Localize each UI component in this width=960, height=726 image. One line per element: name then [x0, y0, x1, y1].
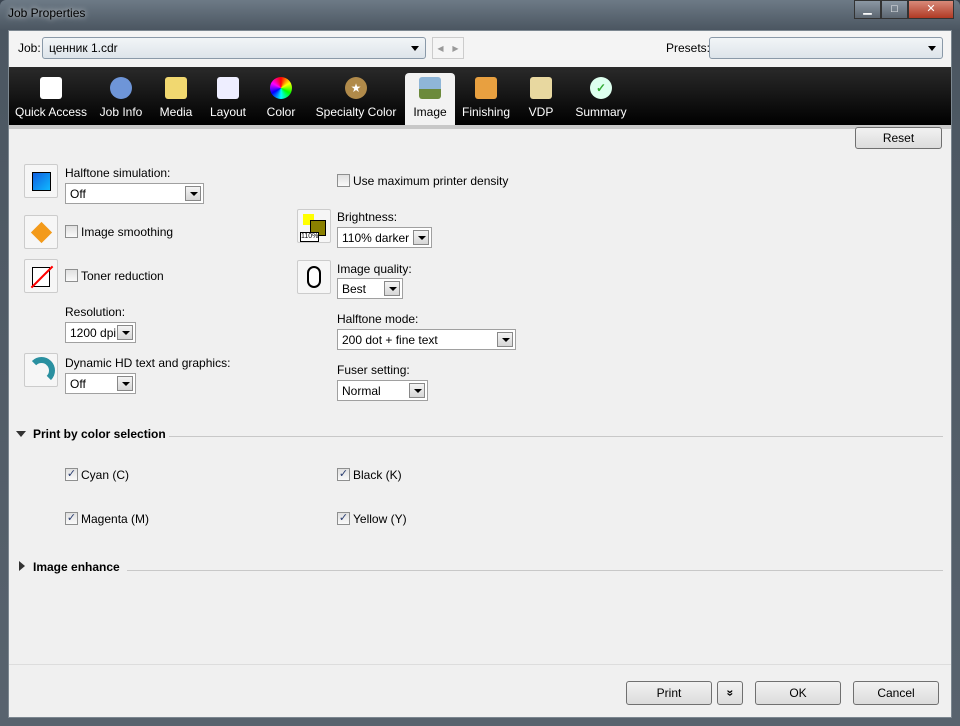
- halftone-mode-select[interactable]: 200 dot + fine text: [337, 329, 516, 350]
- prev-icon[interactable]: ◀: [437, 44, 443, 53]
- collapsed-triangle-icon: [19, 561, 30, 571]
- chevron-down-icon: [411, 46, 419, 55]
- media-icon: [165, 77, 187, 99]
- image-quality-select[interactable]: Best: [337, 278, 403, 299]
- max-density-label: Use maximum printer density: [353, 174, 509, 188]
- print-button[interactable]: Print: [626, 681, 712, 705]
- double-chevron-down-icon: »: [723, 689, 737, 697]
- section-divider: [169, 436, 943, 437]
- image-smoothing-checkbox[interactable]: [65, 225, 78, 238]
- window-title: Job Properties: [8, 6, 86, 20]
- star-badge-icon: ★: [345, 77, 367, 99]
- halftone-simulation-icon: [24, 164, 58, 198]
- toolbar-divider: [9, 125, 951, 129]
- halftone-simulation-select[interactable]: Off: [65, 183, 204, 204]
- job-value: ценник 1.cdr: [49, 41, 118, 55]
- toner-reduction-label: Toner reduction: [81, 269, 164, 283]
- chevron-down-icon: [185, 186, 201, 201]
- reset-button[interactable]: Reset: [855, 127, 942, 149]
- dynamic-hd-icon: [24, 353, 58, 387]
- maximize-button[interactable]: □: [881, 0, 908, 19]
- image-icon: [419, 77, 441, 99]
- tab-layout[interactable]: Layout: [205, 73, 251, 125]
- brightness-icon: 110%: [297, 209, 331, 243]
- toner-reduction-icon: [24, 259, 58, 293]
- chevron-down-icon: [497, 332, 513, 347]
- minimize-button[interactable]: ▁: [854, 0, 881, 19]
- brightness-select[interactable]: 110% darker: [337, 227, 432, 248]
- black-label: Black (K): [353, 468, 402, 482]
- tab-job-info[interactable]: Job Info: [95, 73, 147, 125]
- cyan-label: Cyan (C): [81, 468, 130, 482]
- presets-select[interactable]: [709, 37, 943, 59]
- cyan-checkbox[interactable]: ✓: [65, 468, 78, 481]
- finishing-icon: [475, 77, 497, 99]
- print-options-button[interactable]: »: [717, 681, 743, 705]
- black-checkbox[interactable]: ✓: [337, 468, 350, 481]
- window-controls: ▁ □ ✕: [854, 0, 954, 19]
- next-icon[interactable]: ▶: [452, 44, 458, 53]
- image-quality-icon: [297, 260, 331, 294]
- image-enhance-title: Image enhance: [33, 560, 120, 574]
- chevron-down-icon: [928, 46, 936, 55]
- resolution-label: Resolution:: [65, 305, 126, 319]
- fuser-select[interactable]: Normal: [337, 380, 428, 401]
- image-smoothing-label: Image smoothing: [81, 225, 174, 239]
- job-label: Job:: [18, 41, 41, 55]
- cancel-button[interactable]: Cancel: [853, 681, 939, 705]
- document-icon: [40, 77, 62, 99]
- checkmark-icon: ✓: [590, 77, 612, 99]
- magenta-checkbox[interactable]: ✓: [65, 512, 78, 525]
- tab-color[interactable]: Color: [261, 73, 301, 125]
- chevron-down-icon: [117, 325, 133, 340]
- job-select[interactable]: ценник 1.cdr: [42, 37, 426, 59]
- vdp-icon: [530, 77, 552, 99]
- color-selection-title: Print by color selection: [33, 427, 166, 441]
- dialog-body: Job: ценник 1.cdr ◀ ▶ Presets: Quick Acce…: [8, 30, 952, 718]
- halftone-simulation-label: Halftone simulation:: [65, 166, 171, 180]
- footer-divider: [9, 664, 951, 665]
- tab-specialty-color[interactable]: ★ Specialty Color: [311, 73, 401, 125]
- section-divider: [127, 570, 943, 571]
- tab-quick-access[interactable]: Quick Access: [12, 73, 90, 125]
- job-nav[interactable]: ◀ ▶: [432, 37, 464, 59]
- max-density-checkbox[interactable]: [337, 174, 350, 187]
- image-smoothing-icon: [24, 215, 58, 249]
- dynamic-hd-label: Dynamic HD text and graphics:: [65, 356, 231, 370]
- tab-summary[interactable]: ✓ Summary: [571, 73, 631, 125]
- magenta-label: Magenta (M): [81, 512, 150, 526]
- brightness-label: Brightness:: [337, 210, 398, 224]
- tab-image[interactable]: Image: [405, 73, 455, 125]
- fuser-label: Fuser setting:: [337, 363, 410, 377]
- image-quality-label: Image quality:: [337, 262, 412, 276]
- tab-media[interactable]: Media: [154, 73, 198, 125]
- halftone-mode-label: Halftone mode:: [337, 312, 419, 326]
- presets-label: Presets:: [666, 41, 711, 55]
- ok-button[interactable]: OK: [755, 681, 841, 705]
- job-row: Job: ценник 1.cdr ◀ ▶ Presets:: [9, 31, 951, 67]
- tab-vdp[interactable]: VDP: [523, 73, 559, 125]
- tab-finishing[interactable]: Finishing: [459, 73, 513, 125]
- dynamic-hd-select[interactable]: Off: [65, 373, 136, 394]
- info-icon: [110, 77, 132, 99]
- resolution-select[interactable]: 1200 dpi: [65, 322, 136, 343]
- close-button[interactable]: ✕: [908, 0, 954, 19]
- chevron-down-icon: [409, 383, 425, 398]
- chevron-down-icon: [117, 376, 133, 391]
- chevron-down-icon: [413, 230, 429, 245]
- expanded-triangle-icon: [16, 431, 26, 442]
- yellow-label: Yellow (Y): [353, 512, 407, 526]
- tab-bar: Quick Access Job Info Media Layout Color…: [9, 67, 951, 125]
- toner-reduction-checkbox[interactable]: [65, 269, 78, 282]
- layout-icon: [217, 77, 239, 99]
- color-wheel-icon: [270, 77, 292, 99]
- chevron-down-icon: [384, 281, 400, 296]
- yellow-checkbox[interactable]: ✓: [337, 512, 350, 525]
